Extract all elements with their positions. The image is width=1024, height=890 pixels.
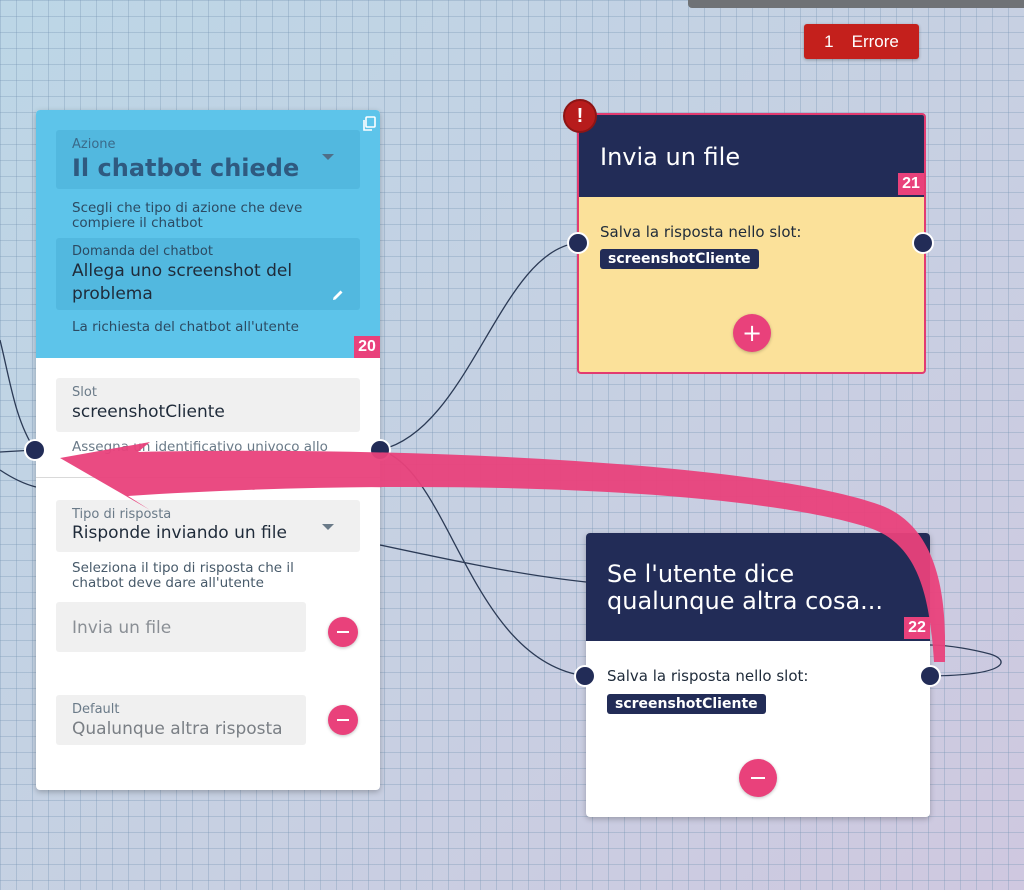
action-value: Il chatbot chiede	[72, 154, 300, 182]
option-field-1[interactable]: Invia un file	[56, 602, 306, 652]
card22-title-line2: qualunque altra cosa...	[607, 587, 884, 615]
node-id-badge: 20	[354, 336, 380, 358]
action-helper: Scegli che tipo di azione che deve compi…	[72, 200, 303, 231]
remove-option-default-button[interactable]	[328, 705, 358, 735]
response-type-helper: Seleziona il tipo di risposta che il cha…	[72, 560, 294, 591]
action-label: Azione	[72, 137, 116, 152]
chevron-down-icon	[322, 154, 334, 160]
send-file-card-21[interactable]: Invia un file 21 Salva la risposta nello…	[577, 113, 926, 374]
card22-input-handle[interactable]	[574, 665, 596, 687]
option-2-value: Qualunque altra risposta	[72, 719, 283, 739]
edit-pencil-icon[interactable]	[331, 288, 345, 302]
card21-title: Invia un file	[600, 143, 741, 171]
card22-slot-text: Salva la risposta nello slot:	[607, 667, 809, 685]
minus-icon	[337, 631, 349, 633]
remove-button[interactable]	[739, 759, 777, 797]
slot-helper: Assegna un identificativo univoco allo	[72, 439, 328, 455]
response-type-label: Tipo di risposta	[72, 507, 172, 522]
option-field-default[interactable]: Default Qualunque altra risposta	[56, 695, 306, 745]
add-button[interactable]: +	[733, 314, 771, 352]
option-2-label: Default	[72, 702, 120, 717]
node-id-badge: 21	[898, 173, 924, 195]
action-card-20[interactable]: Azione Il chatbot chiede Scegli che tipo…	[36, 110, 380, 790]
slot-label: Slot	[72, 385, 97, 400]
question-value: Allega uno screenshot del problema	[72, 261, 293, 304]
node-id-badge: 22	[904, 617, 930, 639]
option-1-value: Invia un file	[72, 618, 172, 638]
card21-input-handle[interactable]	[567, 232, 589, 254]
card20-output-handle[interactable]	[369, 439, 391, 461]
minus-icon	[337, 719, 349, 721]
action-select[interactable]: Azione Il chatbot chiede	[56, 130, 360, 189]
minus-icon	[751, 777, 765, 779]
warning-icon[interactable]: !	[563, 99, 597, 133]
card22-slot-chip: screenshotCliente	[607, 694, 766, 714]
remove-option-1-button[interactable]	[328, 617, 358, 647]
plus-icon: +	[741, 319, 763, 347]
slot-field[interactable]: Slot screenshotCliente	[56, 378, 360, 432]
card22-title-line1: Se l'utente dice	[607, 560, 795, 588]
card21-slot-chip: screenshotCliente	[600, 249, 759, 269]
question-field[interactable]: Domanda del chatbot Allega uno screensho…	[56, 238, 360, 310]
copy-icon[interactable]	[362, 116, 376, 132]
response-type-select[interactable]: Tipo di risposta Risponde inviando un fi…	[56, 500, 360, 552]
response-type-value: Risponde inviando un file	[72, 523, 287, 543]
question-helper: La richiesta del chatbot all'utente	[72, 319, 299, 335]
divider	[36, 477, 380, 478]
question-label: Domanda del chatbot	[72, 244, 213, 259]
card20-input-handle[interactable]	[24, 439, 46, 461]
card22-output-handle[interactable]	[919, 665, 941, 687]
card21-output-handle[interactable]	[912, 232, 934, 254]
chevron-down-icon	[322, 524, 334, 530]
slot-value: screenshotCliente	[72, 402, 225, 422]
fallback-card-22[interactable]: Se l'utente dice qualunque altra cosa...…	[586, 533, 930, 817]
card21-slot-text: Salva la risposta nello slot:	[600, 223, 802, 241]
